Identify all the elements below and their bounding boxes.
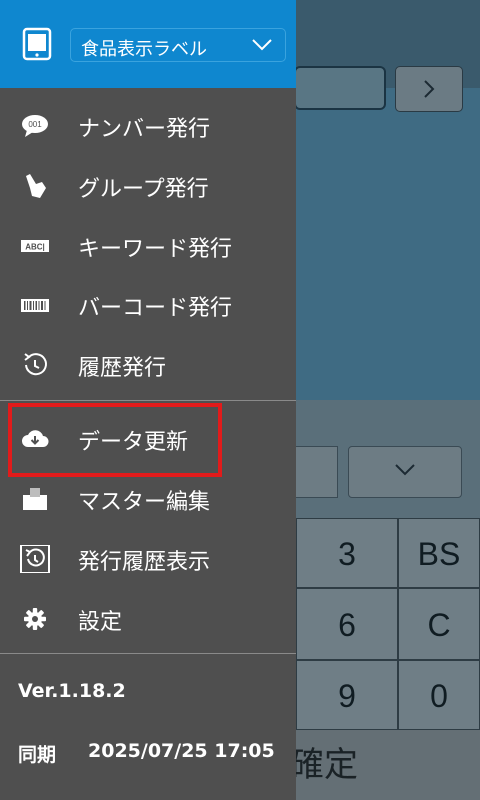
menu-item-settings[interactable]: 設定	[0, 590, 296, 648]
background-next-button	[395, 66, 463, 112]
key-0: 0	[398, 660, 480, 730]
tablet-icon	[22, 27, 52, 61]
barcode-icon	[21, 299, 49, 312]
menu-item-label: マスター編集	[78, 490, 211, 515]
highlight-box	[8, 403, 222, 477]
chevron-down-icon	[395, 464, 415, 476]
background-confirm-button: 確定	[290, 730, 480, 800]
chevron-down-icon	[252, 39, 272, 51]
svg-text:001: 001	[28, 120, 42, 129]
label-type-select[interactable]: 食品表示ラベル	[70, 28, 286, 62]
menu-divider	[0, 400, 296, 401]
navigation-drawer: 食品表示ラベル 001 ナンバー発行 グループ発行 ABC| キーワード発行 バ…	[0, 0, 296, 800]
keyword-abc-icon: ABC|	[21, 240, 49, 252]
folder-edit-icon	[23, 488, 47, 510]
menu-item-label: 履歴発行	[78, 356, 167, 381]
svg-text:ABC|: ABC|	[25, 243, 45, 252]
app-version: Ver.1.18.2	[18, 680, 126, 702]
background-keypad: 3 BS 6 C 9 0	[296, 518, 480, 730]
menu-item-number-issue[interactable]: 001 ナンバー発行	[0, 97, 296, 155]
menu-item-issue-history[interactable]: 発行履歴表示	[0, 530, 296, 588]
key-clear: C	[398, 588, 480, 660]
key-3: 3	[296, 518, 398, 588]
pointer-hand-icon	[26, 174, 46, 198]
background-search-input	[294, 66, 386, 110]
sync-timestamp: 2025/07/25 17:05	[88, 740, 275, 762]
menu-item-label: バーコード発行	[78, 296, 233, 321]
background-dropdown	[348, 446, 462, 498]
background-dropdown-left	[294, 446, 338, 498]
menu-item-keyword-issue[interactable]: ABC| キーワード発行	[0, 217, 296, 275]
footer-divider	[0, 653, 296, 654]
key-6: 6	[296, 588, 398, 660]
menu-item-label: ナンバー発行	[78, 117, 211, 142]
menu-item-label: グループ発行	[78, 177, 209, 202]
history-icon	[24, 353, 47, 376]
drawer-header: 食品表示ラベル	[0, 0, 296, 88]
menu-item-label: 発行履歴表示	[78, 550, 211, 575]
menu-item-barcode-issue[interactable]: バーコード発行	[0, 276, 296, 334]
menu-item-label: キーワード発行	[78, 237, 233, 262]
menu-item-group-issue[interactable]: グループ発行	[0, 157, 296, 215]
gear-icon	[24, 608, 46, 630]
menu-item-history-issue[interactable]: 履歴発行	[0, 336, 296, 394]
key-backspace: BS	[398, 518, 480, 588]
history-box-icon	[20, 545, 50, 573]
sync-label: 同期	[18, 744, 57, 766]
menu-item-master-edit[interactable]: マスター編集	[0, 470, 296, 528]
number-bubble-icon: 001	[22, 115, 48, 137]
key-9: 9	[296, 660, 398, 730]
label-type-select-value: 食品表示ラベル	[81, 39, 207, 60]
chevron-right-icon	[424, 80, 435, 98]
menu-item-label: 設定	[78, 610, 123, 635]
